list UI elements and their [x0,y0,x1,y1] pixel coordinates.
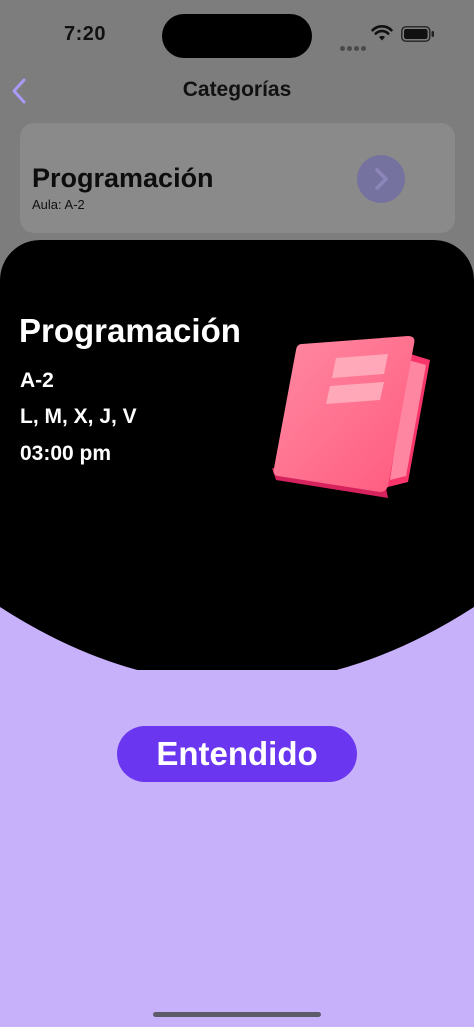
category-card[interactable]: Programación Aula: A-2 [20,123,455,233]
detail-room: A-2 [20,369,54,392]
category-name: Programación [32,163,214,193]
open-category-button[interactable] [357,155,405,203]
detail-sheet: Programación A-2 L, M, X, J, V 03:00 pm … [0,240,474,1027]
battery-icon [401,26,434,42]
category-room: Aula: A-2 [32,197,85,212]
status-time: 7:20 [64,23,107,45]
detail-time: 03:00 pm [20,442,112,465]
page-title: Categorías [182,78,292,101]
book-icon [272,336,430,498]
dynamic-island [162,14,312,58]
wifi-icon [371,25,393,41]
chevron-right-icon [375,168,388,190]
signal-icon [340,38,370,51]
detail-title: Programación [19,312,241,349]
home-indicator[interactable] [153,1012,321,1017]
status-bar: 7:20 [0,0,474,70]
screen: 7:20 Categorías Programación Aula: A-2 P… [0,0,474,1027]
detail-days: L, M, X, J, V [20,405,137,428]
confirm-button[interactable]: Entendido [117,726,357,782]
